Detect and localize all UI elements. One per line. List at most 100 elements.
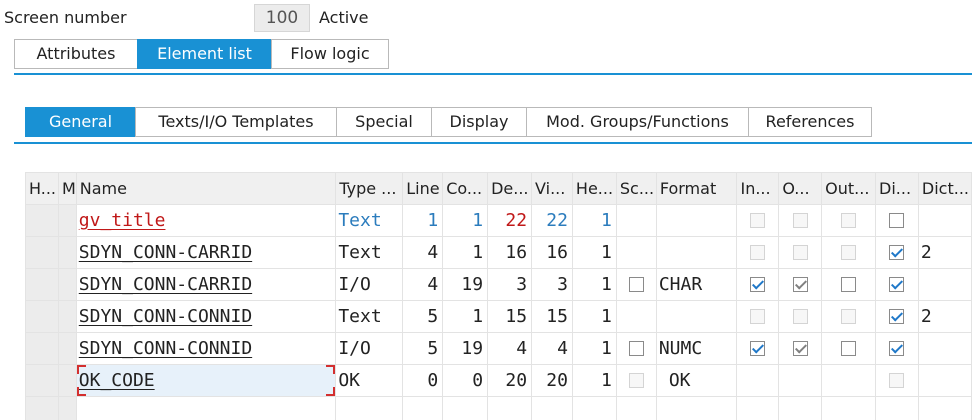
col-header-scrollable[interactable]: Sc... <box>615 172 657 205</box>
element-output-only[interactable] <box>821 204 877 237</box>
dictionary-checkbox[interactable] <box>889 341 905 356</box>
col-header-modified[interactable]: M <box>57 172 77 205</box>
element-name[interactable]: OK_CODE <box>75 364 337 397</box>
element-type[interactable]: Text <box>335 300 404 333</box>
table-row[interactable]: gv_title Text 1 1 22 22 1 <box>25 204 972 237</box>
table-row[interactable]: OK_CODE OK 0 0 20 20 1 OK <box>25 364 972 397</box>
element-dictionary[interactable] <box>875 268 919 301</box>
element-height[interactable]: 1 <box>571 236 617 269</box>
element-column[interactable]: 19 <box>442 332 489 365</box>
element-format[interactable] <box>655 236 738 269</box>
tab-flow-logic[interactable]: Flow logic <box>271 39 389 69</box>
element-output[interactable] <box>778 204 823 237</box>
element-output[interactable] <box>778 364 823 397</box>
element-defined-length[interactable]: 15 <box>487 300 533 333</box>
table-row[interactable]: SDYN_CONN-CARRID Text 4 1 16 16 1 2 <box>25 236 972 269</box>
table-row[interactable]: SDYN_CONN-CONNID Text 5 1 15 15 1 2 <box>25 300 972 333</box>
element-output[interactable] <box>778 300 823 333</box>
element-column[interactable]: 1 <box>442 236 489 269</box>
element-line[interactable]: 4 <box>402 236 444 269</box>
element-input[interactable] <box>736 236 780 269</box>
element-input[interactable] <box>736 332 780 365</box>
element-name[interactable]: SDYN_CONN-CARRID <box>75 236 337 269</box>
element-height[interactable]: 1 <box>571 364 617 397</box>
element-column[interactable]: 1 <box>442 204 489 237</box>
col-header-dictionary[interactable]: Di... <box>875 172 919 205</box>
subtab-mod-groups-functions[interactable]: Mod. Groups/Functions <box>526 107 749 137</box>
element-input[interactable] <box>736 300 780 333</box>
element-name[interactable]: SDYN_CONN-CONNID <box>75 332 337 365</box>
element-defined-length[interactable]: 3 <box>487 268 533 301</box>
screen-number-field[interactable]: 100 <box>254 4 310 32</box>
scrollable-checkbox[interactable] <box>628 277 644 292</box>
col-header-height[interactable]: He... <box>571 172 617 205</box>
col-header-column[interactable]: Co... <box>442 172 489 205</box>
element-scrollable[interactable] <box>615 236 657 269</box>
element-visible-length[interactable]: 4 <box>531 332 573 365</box>
element-type[interactable]: OK <box>335 364 404 397</box>
element-format[interactable] <box>655 300 738 333</box>
element-type[interactable]: Text <box>335 236 404 269</box>
element-output-only[interactable] <box>821 236 877 269</box>
element-dict-modified[interactable] <box>917 204 972 237</box>
element-scrollable[interactable] <box>615 268 657 301</box>
element-output-only[interactable] <box>821 332 877 365</box>
element-visible-length[interactable]: 15 <box>531 300 573 333</box>
col-header-visible-length[interactable]: Vi... <box>531 172 573 205</box>
element-dict-modified[interactable] <box>917 268 972 301</box>
col-header-output[interactable]: O... <box>778 172 823 205</box>
element-format[interactable]: NUMC <box>655 332 738 365</box>
element-line[interactable]: 0 <box>402 364 444 397</box>
element-format[interactable]: OK <box>655 364 738 397</box>
element-height[interactable]: 1 <box>571 300 617 333</box>
element-output-only[interactable] <box>821 268 877 301</box>
output-only-checkbox[interactable] <box>841 341 857 356</box>
element-dict-modified[interactable] <box>917 364 972 397</box>
element-type[interactable]: I/O <box>335 268 404 301</box>
row-selector[interactable] <box>25 364 59 397</box>
element-name[interactable]: SDYN_CONN-CARRID <box>75 268 337 301</box>
col-header-input[interactable]: In... <box>736 172 780 205</box>
dictionary-checkbox[interactable] <box>889 309 905 324</box>
output-only-checkbox[interactable] <box>841 277 857 292</box>
element-line[interactable]: 5 <box>402 332 444 365</box>
subtab-texts-io-templates[interactable]: Texts/I/O Templates <box>135 107 337 137</box>
element-visible-length[interactable]: 3 <box>531 268 573 301</box>
element-dict-modified[interactable]: 2 <box>917 236 972 269</box>
element-defined-length[interactable]: 4 <box>487 332 533 365</box>
element-visible-length[interactable]: 20 <box>531 364 573 397</box>
element-visible-length[interactable]: 22 <box>531 204 573 237</box>
element-line[interactable]: 5 <box>402 300 444 333</box>
element-height[interactable]: 1 <box>571 332 617 365</box>
table-row[interactable]: SDYN_CONN-CARRID I/O 4 19 3 3 1 CHAR <box>25 268 972 301</box>
element-defined-length[interactable]: 20 <box>487 364 533 397</box>
dictionary-checkbox[interactable] <box>889 245 905 260</box>
element-type[interactable]: I/O <box>335 332 404 365</box>
element-height[interactable]: 1 <box>571 204 617 237</box>
element-output-only[interactable] <box>821 300 877 333</box>
element-dictionary[interactable] <box>875 236 919 269</box>
element-dict-modified[interactable]: 2 <box>917 300 972 333</box>
col-header-defined-length[interactable]: De... <box>487 172 533 205</box>
element-input[interactable] <box>736 268 780 301</box>
element-scrollable[interactable] <box>615 364 657 397</box>
element-output[interactable] <box>778 268 823 301</box>
dictionary-checkbox[interactable] <box>889 213 905 228</box>
col-header-output-only[interactable]: Out... <box>821 172 877 205</box>
tab-element-list[interactable]: Element list <box>137 39 272 69</box>
element-name[interactable]: SDYN_CONN-CONNID <box>75 300 337 333</box>
element-dictionary[interactable] <box>875 300 919 333</box>
subtab-references[interactable]: References <box>748 107 872 137</box>
col-header-highlight[interactable]: H... <box>25 172 59 205</box>
subtab-special[interactable]: Special <box>336 107 432 137</box>
col-header-line[interactable]: Line <box>402 172 444 205</box>
element-format[interactable]: CHAR <box>655 268 738 301</box>
element-type[interactable]: Text <box>335 204 404 237</box>
element-output[interactable] <box>778 236 823 269</box>
table-row[interactable]: SDYN_CONN-CONNID I/O 5 19 4 4 1 NUMC <box>25 332 972 365</box>
element-scrollable[interactable] <box>615 300 657 333</box>
dictionary-checkbox[interactable] <box>889 277 905 292</box>
element-dictionary[interactable] <box>875 332 919 365</box>
col-header-type[interactable]: Type ... <box>335 172 404 205</box>
row-selector[interactable] <box>25 300 59 333</box>
